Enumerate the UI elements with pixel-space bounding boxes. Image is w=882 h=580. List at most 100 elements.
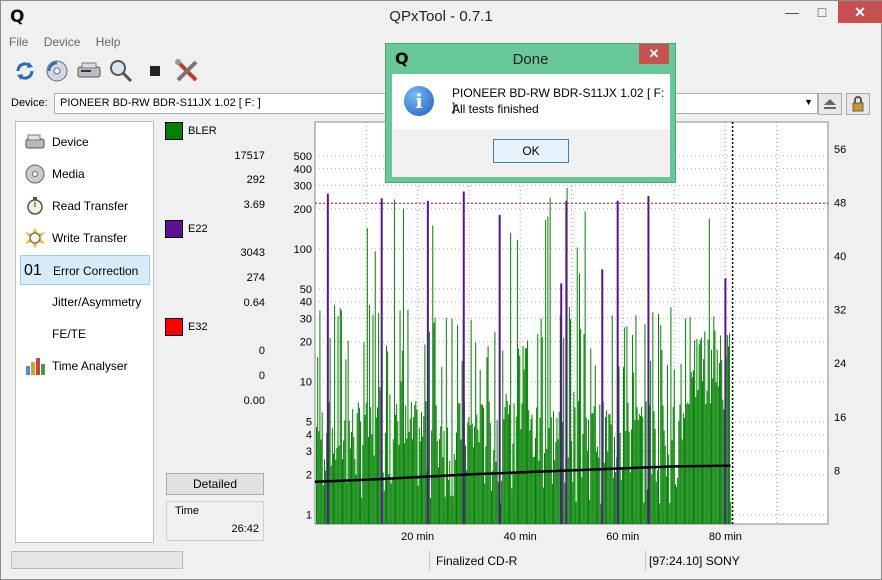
dialog-message-status: All tests finished (452, 102, 539, 116)
status-separator (645, 550, 646, 572)
bler-avg: 3.69 (243, 199, 265, 211)
e22-color-swatch (165, 220, 183, 238)
bler-color-swatch (165, 122, 183, 140)
e32-max: 0 (258, 370, 265, 382)
y-tick-label: 50 (300, 284, 312, 296)
y2-tick-label: 24 (834, 358, 846, 370)
binary-01-icon: 01 (24, 262, 42, 279)
time-label: Time (175, 505, 200, 517)
x-tick-label: 40 min (504, 531, 537, 543)
time-value: 26:42 (231, 523, 259, 535)
nav-jitter-asymmetry[interactable]: Jitter/Asymmetry (20, 287, 150, 317)
minimize-button[interactable]: — (779, 1, 805, 23)
e22-max: 274 (246, 272, 265, 284)
y-tick-label: 4 (306, 430, 312, 442)
eject-icon (824, 99, 836, 109)
y-tick-label: 2 (306, 470, 312, 482)
bler-total: 17517 (234, 150, 265, 162)
status-media: Finalized CD-R (436, 554, 518, 568)
lock-button[interactable] (846, 93, 870, 115)
dialog-title: Done (512, 51, 549, 68)
y-tick-label: 100 (294, 244, 312, 256)
bars-icon (24, 356, 46, 376)
eject-button[interactable] (818, 93, 842, 115)
x-tick-label: 80 min (709, 531, 742, 543)
nav-write-transfer[interactable]: Write Transfer (20, 223, 150, 253)
y-tick-label: 30 (300, 313, 312, 325)
dialog-title-bar: Q Done ✕ (386, 44, 675, 74)
device-info-icon[interactable] (43, 57, 71, 85)
bler-max: 292 (246, 174, 265, 186)
y-tick-label: 1 (306, 510, 312, 522)
time-box: Time 26:42 (166, 501, 264, 541)
window-title: QPxTool - 0.7.1 (389, 8, 493, 25)
e22-avg: 0.64 (243, 297, 265, 309)
e32-total: 0 (258, 345, 265, 357)
y-tick-label: 10 (300, 377, 312, 389)
y-tick-label: 400 (294, 164, 312, 176)
lock-icon (852, 96, 864, 112)
e22-total: 3043 (240, 247, 265, 259)
chart-svg: 1234510203040501002003004005008162432404… (294, 121, 846, 543)
chevron-down-icon: ▼ (804, 97, 813, 107)
x-tick-label: 20 min (401, 531, 434, 543)
stopwatch-icon (24, 196, 46, 216)
menu-help[interactable]: Help (96, 35, 121, 49)
stop-icon[interactable] (141, 57, 169, 85)
x-tick-label: 60 min (606, 531, 639, 543)
ok-button[interactable]: OK (493, 139, 569, 163)
dialog-close-button[interactable]: ✕ (639, 44, 669, 64)
close-button[interactable]: ✕ (838, 1, 882, 23)
nav-device[interactable]: Device (20, 127, 150, 157)
y-tick-label: 3 (306, 446, 312, 458)
stats-panel: BLER 17517 292 3.69 E22 3043 274 0.64 E3… (161, 121, 269, 543)
nav-time-analyser[interactable]: Time Analyser (20, 351, 150, 381)
menu-device[interactable]: Device (44, 35, 81, 49)
y2-tick-label: 8 (834, 465, 840, 477)
e32-color-swatch (165, 318, 183, 336)
info-icon: i (404, 86, 434, 116)
error-correction-chart: 1 2 3 4 5 10 20 30 40 50 100 200 300 400 500 8 16 24 32 40 4… (273, 121, 863, 546)
preferences-tools-icon[interactable] (173, 57, 201, 85)
e22-label: E22 (188, 223, 208, 235)
y2-tick-label: 56 (834, 144, 846, 156)
y-tick-label: 300 (294, 180, 312, 192)
y2-tick-label: 48 (834, 197, 846, 209)
device-select-value: PIONEER BD-RW BDR-S11JX 1.02 [ F: ] (60, 97, 261, 109)
scan-drive-icon[interactable] (75, 57, 103, 85)
search-media-icon[interactable] (107, 57, 135, 85)
device-label: Device: (11, 97, 48, 109)
menu-file[interactable]: File (9, 35, 28, 49)
y-tick-label: 5 (306, 417, 312, 429)
dialog-body: i PIONEER BD-RW BDR-S11JX 1.02 [ F: ]: A… (392, 74, 670, 129)
menu-bar: File Device Help (9, 35, 132, 51)
disc-icon (24, 164, 46, 184)
test-navigation: Device Media Read Transfer Write Transfe… (15, 121, 154, 543)
nav-fe-te[interactable]: FE/TE (20, 319, 150, 349)
nav-error-correction[interactable]: 01 Error Correction (20, 255, 150, 285)
y-tick-label: 500 (294, 151, 312, 163)
dialog-footer: OK (392, 129, 670, 177)
status-mid: [97:24.10] SONY (649, 554, 740, 568)
bler-label: BLER (188, 125, 217, 137)
detailed-button[interactable]: Detailed (166, 473, 264, 495)
y-tick-label: 200 (294, 204, 312, 216)
y-tick-label: 40 (300, 297, 312, 309)
e32-label: E32 (188, 321, 208, 333)
e32-avg: 0.00 (243, 395, 265, 407)
burst-stopwatch-icon (24, 228, 46, 248)
title-bar: Q QPxTool - 0.7.1 — □ ✕ (1, 1, 882, 32)
y2-tick-label: 16 (834, 412, 846, 424)
y2-tick-label: 32 (834, 305, 846, 317)
y-tick-label: 20 (300, 337, 312, 349)
done-dialog: Q Done ✕ i PIONEER BD-RW BDR-S11JX 1.02 … (385, 43, 676, 183)
drive-icon (24, 132, 46, 152)
nav-media[interactable]: Media (20, 159, 150, 189)
refresh-icon[interactable] (11, 57, 39, 85)
y2-tick-label: 40 (834, 251, 846, 263)
maximize-button[interactable]: □ (809, 1, 835, 23)
progress-bar (11, 551, 183, 569)
status-separator (429, 550, 430, 572)
status-bar: Finalized CD-R [97:24.10] SONY (1, 548, 881, 578)
nav-read-transfer[interactable]: Read Transfer (20, 191, 150, 221)
